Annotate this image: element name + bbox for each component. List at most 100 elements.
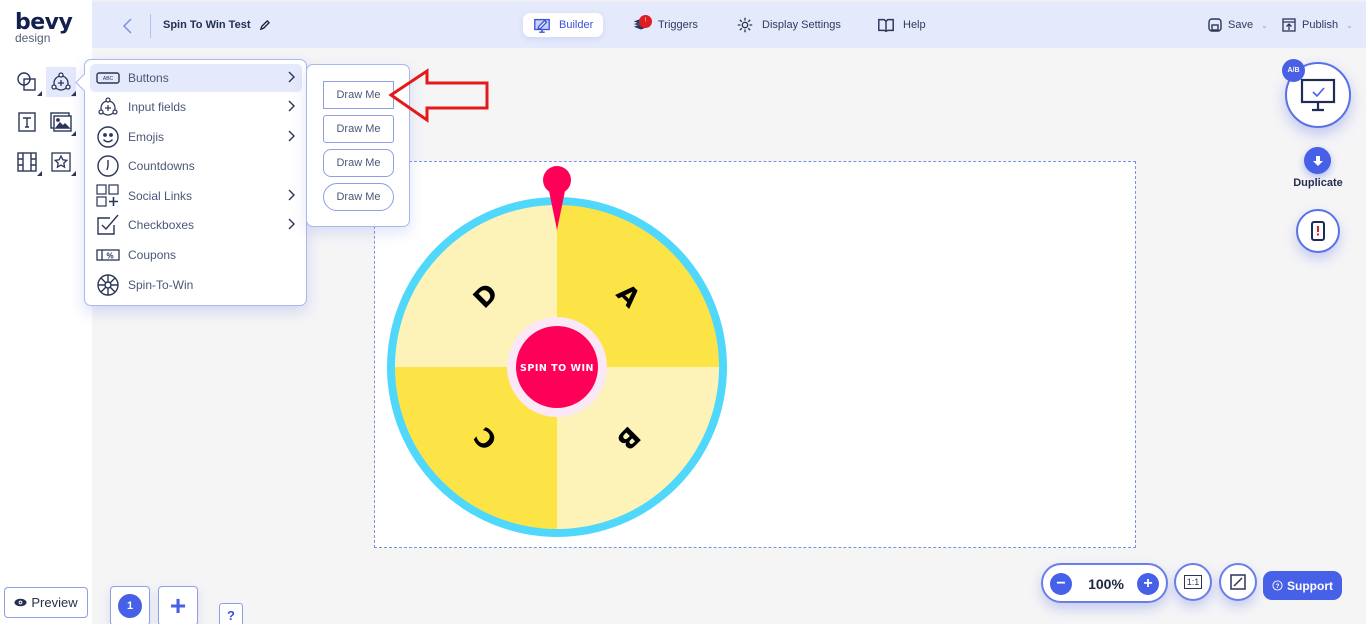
tab-display-settings[interactable]: Display Settings — [726, 13, 851, 37]
save-dropdown-icon[interactable]: ⌄ — [1261, 21, 1268, 30]
menu-item-input-fields[interactable]: Input fields — [90, 93, 302, 121]
zoom-control: − 100% + — [1041, 563, 1168, 603]
tab-help-label: Help — [903, 19, 926, 31]
duplicate-button[interactable] — [1304, 147, 1331, 174]
social-links-icon — [96, 184, 119, 207]
save-label: Save — [1228, 19, 1254, 31]
clock-icon — [97, 155, 119, 177]
plus-icon: + — [169, 590, 187, 621]
tab-help[interactable]: Help — [867, 13, 936, 37]
checkbox-icon — [97, 214, 119, 235]
left-toolbar: bevy design Preview — [0, 0, 92, 624]
duplicate-label: Duplicate — [1293, 177, 1343, 189]
svg-text:ABC: ABC — [103, 76, 114, 82]
tool-text[interactable] — [12, 107, 42, 137]
support-button[interactable]: ? Support — [1263, 571, 1342, 600]
menu-item-label: Emojis — [128, 130, 165, 144]
spin-to-win-wheel[interactable]: ABCD SPIN TO WIN — [386, 162, 730, 538]
triggers-badge: ! — [639, 15, 652, 28]
chevron-right-icon — [288, 130, 295, 142]
wheel-pointer-head — [543, 166, 571, 194]
menu-item-coupons[interactable]: % Coupons — [90, 241, 302, 269]
publish-icon — [1282, 18, 1296, 32]
menu-item-buttons[interactable]: ABC Buttons — [90, 64, 302, 92]
zoom-level: 100% — [1088, 576, 1124, 592]
menu-item-spin-to-win[interactable]: Spin-To-Win — [90, 271, 302, 299]
help-button[interactable]: ? — [219, 603, 243, 624]
menu-item-checkboxes[interactable]: Checkboxes — [90, 211, 302, 239]
svg-text:%: % — [106, 252, 113, 261]
menu-item-social-links[interactable]: Social Links — [90, 182, 302, 210]
support-label: Support — [1287, 578, 1333, 593]
tool-image[interactable] — [46, 107, 76, 137]
menu-item-label: Checkboxes — [128, 218, 195, 232]
builder-icon — [534, 18, 550, 33]
text-icon — [18, 112, 36, 132]
document-title-text: Spin To Win Test — [163, 19, 251, 31]
chevron-right-icon — [288, 71, 295, 83]
top-bar: Spin To Win Test Builder ! Triggers Disp… — [92, 0, 1366, 48]
page-1-button[interactable]: 1 — [110, 586, 150, 624]
mobile-warning-icon — [1311, 221, 1325, 241]
zoom-out-button[interactable]: − — [1050, 573, 1072, 595]
document-title[interactable]: Spin To Win Test — [163, 19, 271, 31]
back-arrow-icon[interactable] — [120, 16, 136, 36]
tool-form-elements[interactable] — [46, 67, 76, 97]
divider — [150, 14, 151, 38]
input-fields-icon — [98, 97, 118, 116]
ab-test-badge[interactable]: A/B — [1282, 59, 1305, 82]
tab-triggers[interactable]: ! Triggers — [622, 13, 708, 37]
add-page-button[interactable]: + — [158, 586, 198, 624]
expand-icon — [1230, 574, 1246, 590]
tab-display-settings-label: Display Settings — [762, 19, 841, 31]
menu-item-label: Buttons — [128, 71, 169, 85]
preview-button[interactable]: Preview — [4, 587, 88, 618]
tool-shapes[interactable] — [12, 67, 42, 97]
menu-item-emojis[interactable]: Emojis — [90, 123, 302, 151]
menu-item-label: Coupons — [128, 248, 177, 262]
button-style-slightly-rounded[interactable]: Draw Me — [323, 115, 394, 143]
pencil-icon[interactable] — [259, 19, 271, 31]
book-icon — [878, 18, 894, 33]
publish-label: Publish — [1302, 19, 1339, 31]
menu-item-countdowns[interactable]: Countdowns — [90, 152, 302, 180]
chevron-right-icon — [288, 100, 295, 112]
menu-item-label: Spin-To-Win — [128, 278, 194, 292]
zoom-in-button[interactable]: + — [1137, 573, 1159, 595]
arrow-down-icon — [1312, 155, 1323, 166]
publish-button[interactable]: Publish ⌄ — [1282, 18, 1353, 32]
tab-builder-label: Builder — [559, 19, 594, 31]
image-icon — [50, 112, 72, 132]
tool-video[interactable] — [12, 147, 42, 177]
actual-size-label: 1:1 — [1183, 575, 1203, 589]
save-button[interactable]: Save ⌄ — [1208, 18, 1268, 32]
fit-screen-button[interactable] — [1219, 563, 1257, 601]
publish-dropdown-icon[interactable]: ⌄ — [1346, 21, 1353, 30]
chevron-right-icon — [288, 189, 295, 201]
menu-item-label: Countdowns — [128, 159, 195, 173]
gear-icon — [737, 17, 753, 33]
tab-triggers-label: Triggers — [658, 19, 698, 31]
elements-menu: ABC Buttons Input fields Emojis Countdow… — [84, 59, 307, 306]
bevy-logo[interactable]: bevy design — [15, 12, 73, 45]
actual-size-button[interactable]: 1:1 — [1174, 563, 1212, 601]
video-icon — [17, 152, 37, 172]
page-number: 1 — [118, 594, 142, 618]
preview-label: Preview — [31, 595, 78, 610]
desktop-check-icon — [1300, 78, 1336, 112]
button-style-pill[interactable]: Draw Me — [323, 183, 394, 211]
tool-icons[interactable] — [46, 147, 76, 177]
shapes-icon — [17, 72, 36, 91]
star-icon — [51, 152, 71, 172]
chevron-right-icon — [288, 218, 295, 230]
form-elements-icon — [51, 72, 71, 91]
spin-to-win-label: SPIN TO WIN — [520, 363, 594, 374]
question-circle-icon: ? — [1272, 580, 1283, 591]
menu-item-label: Input fields — [128, 100, 187, 114]
button-style-rounded[interactable]: Draw Me — [323, 149, 394, 177]
coupon-icon: % — [96, 249, 120, 261]
button-style-square[interactable]: Draw Me — [323, 81, 394, 109]
svg-text:?: ? — [1276, 583, 1280, 590]
tab-builder[interactable]: Builder — [523, 13, 604, 37]
mobile-view-button[interactable] — [1296, 209, 1340, 253]
